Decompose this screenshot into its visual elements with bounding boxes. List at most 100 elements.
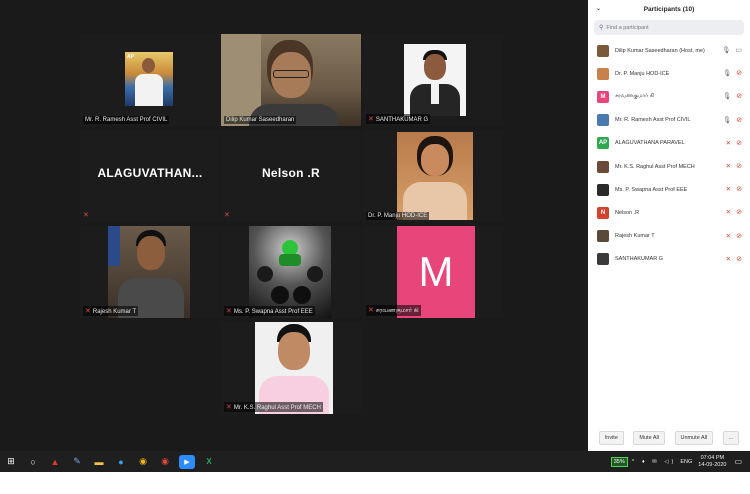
participant-status-icons: ✕ ⊘ xyxy=(726,162,742,170)
search-icon: ⚲ xyxy=(599,25,604,31)
file-explorer-icon[interactable]: ▬ xyxy=(88,451,110,472)
participant-row[interactable]: Dilip Kumar Saseedharan (Host, me) 🎙 ▭ xyxy=(588,39,750,62)
participant-row[interactable]: Dr. P. Manju HOD-ICE 🎙 ⊘ xyxy=(588,62,750,85)
tile-name-label: ✕ Ms. P. Swapna Asst Prof EEE xyxy=(224,306,315,316)
video-tile-saravanakumar[interactable]: M ✕ சரவணகுமார் கி xyxy=(363,226,503,318)
participant-row[interactable]: AP ALAGUVATHANA PARAVEL ✕ ⊘ xyxy=(588,132,750,155)
participant-name: SANTHAKUMAR G xyxy=(615,256,663,263)
participant-status-icons: ✕ ⊘ xyxy=(726,232,742,240)
participant-avatar xyxy=(597,183,609,196)
tray-icons[interactable]: ^ ♦ ✉ ◁) xyxy=(632,459,677,465)
participant-name: Rajesh Kumar T xyxy=(615,233,655,240)
participants-list: Dilip Kumar Saseedharan (Host, me) 🎙 ▭ Dr. … xyxy=(588,39,750,271)
participant-status-icons: 🎙 ⊘ xyxy=(723,69,742,77)
clock-date: 14-09-2020 xyxy=(698,461,727,468)
participant-status-icons: ✕ ⊘ xyxy=(726,255,742,263)
participant-status-icons: ✕ ⊘ xyxy=(726,185,742,193)
participant-avatar: N xyxy=(597,206,609,219)
windows-start-icon[interactable]: ⊞ xyxy=(0,451,22,472)
video-tile-swapna[interactable]: ✕ Ms. P. Swapna Asst Prof EEE xyxy=(221,226,361,318)
participant-row[interactable]: N Nelson .R ✕ ⊘ xyxy=(588,201,750,224)
microphone-muted-icon: ✕ xyxy=(725,139,732,147)
more-options-button[interactable]: ... xyxy=(722,431,740,445)
camera-off-icon: ⊘ xyxy=(736,93,742,101)
chrome-profile-icon[interactable]: ◉ xyxy=(154,451,176,472)
microphone-muted-icon: ✕ xyxy=(725,255,732,263)
mic-muted-icon: ✕ xyxy=(226,308,232,315)
clock[interactable]: 07:04 PM 14-09-2020 xyxy=(698,455,726,469)
video-tile-alaguvathana[interactable]: ALAGUVATHAN... ✕ xyxy=(80,130,220,222)
participant-photo xyxy=(255,322,333,414)
participant-name-display: Nelson .R xyxy=(261,166,321,180)
camera-off-icon: ⊘ xyxy=(736,255,742,263)
panel-footer: Invite Mute All Unmute All ... xyxy=(588,430,750,446)
invite-button[interactable]: Invite xyxy=(598,431,624,445)
participant-row[interactable]: Ms. P. Swapna Asst Prof EEE ✕ ⊘ xyxy=(588,178,750,201)
participant-status-icons: 🎙 ⊘ xyxy=(723,116,742,124)
participant-row[interactable]: Mr. R. Ramesh Asst Prof CIVIL 🎙 ⊘ xyxy=(588,109,750,132)
zoom-icon[interactable]: ▶ xyxy=(179,454,195,469)
mute-all-button[interactable]: Mute All xyxy=(633,431,665,445)
participant-status-icons: ✕ ⊘ xyxy=(726,139,742,147)
edge-icon[interactable]: ● xyxy=(110,451,132,472)
participant-row[interactable]: SANTHAKUMAR G ✕ ⊘ xyxy=(588,248,750,271)
camera-off-icon: ⊘ xyxy=(736,209,742,217)
camera-off-icon: ⊘ xyxy=(736,186,742,194)
participant-name-display: ALAGUVATHAN... xyxy=(97,166,203,180)
tile-name-label: Mr. R. Ramesh Asst Prof CIVIL xyxy=(83,116,170,124)
clock-time: 07:04 PM xyxy=(700,454,725,461)
video-tile-dilip[interactable]: Dilip Kumar Saseedharan xyxy=(221,34,361,126)
participant-avatar xyxy=(597,114,609,127)
participant-name: Mr. R. Ramesh Asst Prof CIVIL xyxy=(615,117,691,124)
unmute-all-button[interactable]: Unmute All xyxy=(674,431,714,445)
battery-indicator[interactable]: 35% xyxy=(610,456,628,467)
participant-avatar xyxy=(597,44,609,57)
language-indicator[interactable]: ENG xyxy=(680,459,692,465)
participant-row[interactable]: Mr. K.S. Raghul Asst Prof MECH ✕ ⊘ xyxy=(588,155,750,178)
video-tile-manju[interactable]: Dr. P. Manju HOD-ICE xyxy=(363,130,503,222)
participant-video xyxy=(221,34,361,126)
notification-icon[interactable]: ▭ xyxy=(734,457,742,466)
camera-off-icon: ⊘ xyxy=(736,232,742,240)
zoom-window: AP Mr. R. Ramesh Asst Prof CIVIL Dilip K… xyxy=(0,0,750,472)
participant-name: Mr. K.S. Raghul Asst Prof MECH xyxy=(615,163,695,170)
paint-icon[interactable]: ✎ xyxy=(66,451,88,472)
mic-muted-icon: ✕ xyxy=(83,212,89,219)
video-tile-ramesh[interactable]: AP Mr. R. Ramesh Asst Prof CIVIL xyxy=(80,34,220,126)
video-tile-nelson[interactable]: Nelson .R ✕ xyxy=(221,130,361,222)
search-participant-input[interactable]: ⚲ Find a participant xyxy=(594,20,744,35)
participant-row[interactable]: Rajesh Kumar T ✕ ⊘ xyxy=(588,225,750,248)
microphone-icon: 🎙 xyxy=(722,116,732,124)
search-icon[interactable]: ○ xyxy=(22,451,44,472)
tile-name-label: ✕ SANTHAKUMAR G xyxy=(366,114,431,124)
participant-row[interactable]: M சரவணகுமார் கி 🎙 ⊘ xyxy=(588,85,750,108)
mic-muted-icon: ✕ xyxy=(368,307,374,314)
participants-title: Participants (10) xyxy=(643,5,695,13)
chevron-down-icon[interactable]: ⌄ xyxy=(596,5,601,12)
participant-avatar xyxy=(597,253,609,266)
acrobat-icon[interactable]: ▲ xyxy=(44,451,66,472)
participant-photo xyxy=(108,226,190,318)
mic-muted-icon: ✕ xyxy=(368,116,374,123)
participant-name: சரவணகுமார் கி xyxy=(615,93,655,100)
microphone-muted-icon: ✕ xyxy=(725,186,732,194)
chrome-icon[interactable]: ◉ xyxy=(132,451,154,472)
participant-avatar xyxy=(597,160,609,173)
video-tile-raghul[interactable]: ✕ Mr. K.S. Raghul Asst Prof MECH xyxy=(221,322,361,414)
tile-name-label: ✕ Mr. K.S. Raghul Asst Prof MECH xyxy=(224,402,323,412)
windows-taskbar: ⊞ ○ ▲ ✎ ▬ ● ◉ ◉ ▶ X 35% ^ ♦ ✉ ◁) ENG 07:… xyxy=(0,451,750,472)
participants-header: ⌄ Participants (10) xyxy=(588,0,750,18)
participant-photo: AP xyxy=(125,52,173,106)
camera-off-icon: ⊘ xyxy=(736,116,742,124)
participant-status-icons: 🎙 ⊘ xyxy=(723,92,742,100)
video-tile-santhakumar[interactable]: ✕ SANTHAKUMAR G xyxy=(363,34,503,126)
participant-photo xyxy=(397,132,473,220)
participant-name: ALAGUVATHANA PARAVEL xyxy=(615,140,685,147)
camera-icon: ▭ xyxy=(735,47,742,54)
participant-photo xyxy=(404,44,466,116)
video-tile-rajesh[interactable]: ✕ Rajesh Kumar T xyxy=(80,226,220,318)
participant-status-icons: ✕ ⊘ xyxy=(726,208,742,216)
tile-name-label: ✕ Rajesh Kumar T xyxy=(83,306,139,316)
participant-name: Nelson .R xyxy=(615,209,640,216)
excel-icon[interactable]: X xyxy=(198,451,220,472)
